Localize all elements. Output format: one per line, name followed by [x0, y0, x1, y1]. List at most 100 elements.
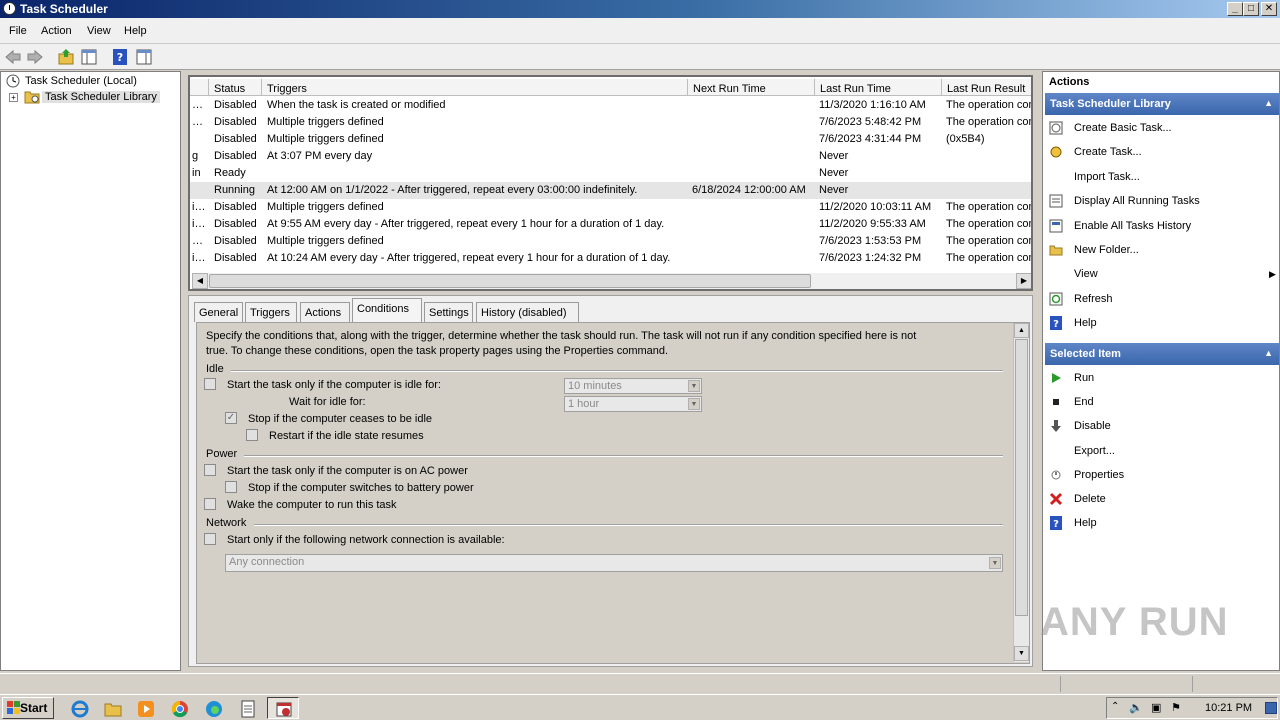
tree-item-library[interactable]: Task Scheduler Library — [42, 91, 160, 103]
action-properties[interactable]: Properties — [1049, 469, 1269, 485]
section-header-selected[interactable]: Selected Item ▲ — [1045, 343, 1279, 365]
action-end[interactable]: End — [1049, 396, 1269, 412]
help-icon: ? — [1050, 316, 1062, 331]
table-row[interactable]: Running At 12:00 AM on 1/1/2022 - After t… — [190, 182, 1031, 199]
scroll-right-button[interactable]: ▶ — [1016, 273, 1031, 289]
scroll-thumb[interactable] — [209, 274, 811, 288]
chrome-icon[interactable] — [170, 699, 190, 719]
idle-duration-value: 10 minutes — [568, 380, 622, 392]
action-delete[interactable]: Delete — [1049, 492, 1269, 509]
power-divider — [244, 455, 1003, 457]
table-row[interactable]: i… Disabled Multiple triggers defined 11/2/… — [190, 199, 1031, 216]
minimize-button[interactable]: _ — [1227, 2, 1243, 16]
power-group-label: Power — [206, 448, 238, 460]
cell-status: Disabled — [214, 99, 257, 111]
notepad-icon[interactable] — [238, 699, 258, 719]
action-create-basic-task[interactable]: Create Basic Task... — [1049, 121, 1269, 138]
help-icon: ? — [1050, 516, 1062, 531]
menu-file[interactable]: File — [9, 25, 27, 37]
action-new-folder[interactable]: New Folder... — [1049, 244, 1269, 260]
action-enable-all-tasks-history[interactable]: Enable All Tasks History — [1049, 219, 1269, 236]
expand-toggle[interactable]: + — [9, 93, 18, 102]
column-header-last-run[interactable]: Last Run Time — [815, 79, 942, 96]
end-icon — [1053, 399, 1059, 406]
show-hide-action-pane-icon[interactable] — [135, 48, 153, 66]
wait-idle-select[interactable]: 1 hour ▼ — [564, 396, 702, 412]
tab-conditions[interactable]: Conditions — [352, 298, 422, 323]
help-icon[interactable]: ? — [111, 48, 129, 66]
battery-checkbox[interactable] — [225, 481, 237, 493]
action-display-all-running-tasks[interactable]: Display All Running Tasks — [1049, 194, 1269, 211]
stop-idle-checkbox[interactable]: ✓ — [225, 412, 237, 424]
up-folder-icon[interactable] — [57, 48, 75, 66]
scroll-left-button[interactable]: ◀ — [192, 273, 208, 289]
horizontal-scrollbar[interactable]: ◀ ▶ — [192, 273, 1031, 289]
action-import-task[interactable]: Import Task... — [1049, 171, 1269, 187]
menu-view[interactable]: View — [87, 25, 111, 37]
media-player-icon[interactable] — [136, 699, 156, 719]
maximize-button[interactable]: □ — [1243, 2, 1259, 16]
table-row[interactable]: … Disabled When the task is created or mod… — [190, 97, 1031, 114]
menu-action[interactable]: Action — [41, 25, 72, 37]
scroll-thumb[interactable] — [1015, 339, 1028, 616]
network-select[interactable]: Any connection ▼ — [225, 554, 1003, 572]
menu-help[interactable]: Help — [124, 25, 147, 37]
idle-duration-select[interactable]: 10 minutes ▼ — [564, 378, 702, 394]
start-label: Start — [20, 701, 48, 715]
taskbar-active-app[interactable] — [267, 697, 299, 719]
tray-expand-icon[interactable]: ⌃ — [1111, 701, 1119, 712]
action-disable[interactable]: Disable — [1049, 420, 1269, 436]
console-tree: Task Scheduler (Local) + Task Scheduler … — [0, 71, 181, 671]
tab-triggers[interactable]: Triggers — [245, 302, 297, 322]
action-refresh[interactable]: Refresh — [1049, 292, 1269, 309]
table-row[interactable]: i… Disabled At 10:24 AM every day - After … — [190, 250, 1031, 267]
show-hide-tree-icon[interactable] — [80, 48, 98, 66]
start-button[interactable]: Start — [2, 697, 54, 719]
ac-power-checkbox[interactable] — [204, 464, 216, 476]
scroll-down-button[interactable]: ▼ — [1014, 646, 1029, 661]
table-row[interactable]: in Ready Never — [190, 165, 1031, 182]
wake-checkbox[interactable] — [204, 498, 216, 510]
column-header-last-result[interactable]: Last Run Result — [942, 79, 1031, 96]
explorer-folder-icon[interactable] — [103, 699, 123, 719]
edge-icon[interactable] — [204, 699, 224, 719]
table-row[interactable]: Disabled Multiple triggers defined 7/6/202… — [190, 131, 1031, 148]
restart-idle-checkbox[interactable] — [246, 429, 258, 441]
network-icon[interactable]: ▣ — [1151, 701, 1161, 714]
scroll-up-button[interactable]: ▲ — [1014, 323, 1029, 338]
back-arrow-icon[interactable] — [4, 48, 22, 66]
action-label: Create Basic Task... — [1074, 122, 1172, 134]
column-header-next-run[interactable]: Next Run Time — [688, 79, 815, 96]
table-row[interactable]: … Disabled Multiple triggers defined 7/6/20… — [190, 233, 1031, 250]
internet-explorer-icon[interactable] — [70, 699, 90, 719]
action-view[interactable]: View — [1049, 268, 1269, 284]
action-export[interactable]: Export... — [1049, 445, 1269, 461]
action-help[interactable]: ? Help — [1049, 316, 1269, 333]
table-row[interactable]: … Disabled Multiple triggers defined 7/6/20… — [190, 114, 1031, 131]
svg-text:?: ? — [117, 51, 123, 64]
clock[interactable]: 10:21 PM — [1205, 702, 1252, 714]
forward-arrow-icon[interactable] — [26, 48, 44, 66]
table-row[interactable]: g Disabled At 3:07 PM every day Never — [190, 148, 1031, 165]
tree-root[interactable]: Task Scheduler (Local) — [25, 75, 137, 87]
action-run[interactable]: Run — [1049, 372, 1269, 388]
column-header-name[interactable] — [190, 79, 209, 96]
system-tray: ⌃ 🔈 ▣ ⚑ 10:21 PM — [1106, 697, 1278, 719]
table-row[interactable]: i… Disabled At 9:55 AM every day - After t… — [190, 216, 1031, 233]
section-header-library[interactable]: Task Scheduler Library ▲ — [1045, 93, 1279, 115]
action-center-flag-icon[interactable]: ⚑ — [1171, 701, 1181, 714]
column-header-status[interactable]: Status — [209, 79, 262, 96]
show-desktop-button[interactable] — [1265, 702, 1277, 714]
vertical-scrollbar[interactable]: ▲ ▼ — [1013, 323, 1029, 662]
network-checkbox[interactable] — [204, 533, 216, 545]
action-help[interactable]: ? Help — [1049, 516, 1269, 533]
tab-settings[interactable]: Settings — [424, 302, 473, 322]
action-create-task[interactable]: Create Task... — [1049, 146, 1269, 162]
tab-history[interactable]: History (disabled) — [476, 302, 579, 322]
idle-start-checkbox[interactable] — [204, 378, 216, 390]
volume-icon[interactable]: 🔈 — [1129, 701, 1143, 714]
close-button[interactable]: ✕ — [1261, 2, 1277, 16]
tab-actions[interactable]: Actions — [300, 302, 350, 322]
column-header-triggers[interactable]: Triggers — [262, 79, 688, 96]
tab-general[interactable]: General — [194, 302, 243, 322]
